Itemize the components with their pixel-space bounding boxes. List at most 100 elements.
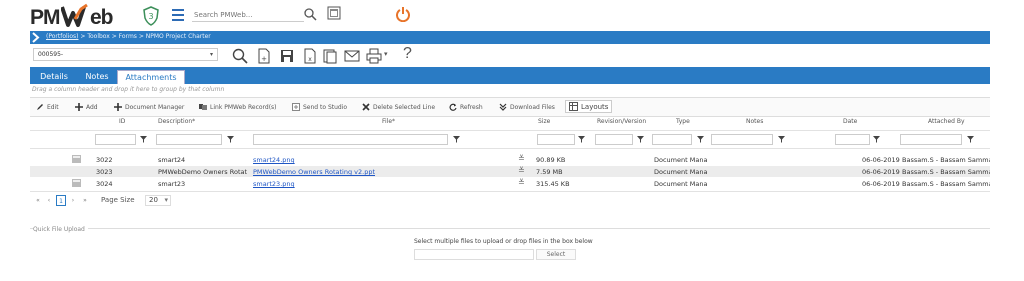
search-record-icon[interactable] xyxy=(232,48,248,64)
cell-date: 06-06-2019 xyxy=(862,156,900,164)
filter-icon[interactable] xyxy=(697,136,704,143)
page-size-select[interactable]: 20 ▾ xyxy=(145,195,171,206)
layouts-button[interactable]: Layouts xyxy=(565,100,613,113)
page-size-label: Page Size xyxy=(101,196,135,204)
current-page[interactable]: 1 xyxy=(56,195,66,206)
filter-input-type[interactable] xyxy=(652,134,692,145)
column-header-size[interactable]: Size xyxy=(538,118,550,125)
cell-attached-by: Bassam.S - Bassam Samman xyxy=(902,156,990,164)
print-dropdown-icon[interactable]: ▾ xyxy=(384,50,388,58)
column-header-attached-by[interactable]: Attached By xyxy=(928,118,965,125)
menu-icon[interactable] xyxy=(172,9,184,21)
filter-icon[interactable] xyxy=(967,136,974,143)
last-page-button[interactable]: » xyxy=(80,195,90,206)
tab-notes[interactable]: Notes xyxy=(78,70,116,84)
filter-input-id[interactable] xyxy=(95,134,136,145)
quick-upload-instructions: Select multiple files to upload or drop … xyxy=(414,238,593,245)
column-header-notes[interactable]: Notes xyxy=(746,118,763,125)
cell-description: smart24 xyxy=(158,156,186,164)
filter-icon[interactable] xyxy=(778,136,785,143)
power-icon[interactable] xyxy=(396,6,410,22)
download-files-button[interactable]: Download Files xyxy=(499,103,555,111)
help-button[interactable]: ? xyxy=(403,45,412,63)
filter-icon[interactable] xyxy=(140,136,147,143)
new-document-icon[interactable]: + xyxy=(256,48,272,64)
group-by-hint: Drag a column header and drop it here to… xyxy=(32,86,225,93)
print-icon[interactable] xyxy=(366,48,382,64)
file-drop-zone[interactable] xyxy=(414,249,534,260)
chevron-right-icon[interactable] xyxy=(32,32,40,43)
calendar-icon[interactable] xyxy=(327,6,341,20)
file-link[interactable]: smart24.png xyxy=(253,156,295,164)
next-page-button[interactable]: › xyxy=(68,195,78,206)
column-header-revision[interactable]: Revision/Version xyxy=(597,118,646,125)
column-header-file[interactable]: File* xyxy=(382,118,395,125)
download-icon[interactable]: ≚ xyxy=(518,166,525,175)
send-to-studio-label: Send to Studio xyxy=(303,103,348,111)
cell-type: Document Mana xyxy=(654,180,708,188)
filter-icon[interactable] xyxy=(227,136,234,143)
record-select[interactable]: 000595- ▾ xyxy=(33,48,218,61)
tab-attachments[interactable]: Attachments xyxy=(117,70,185,84)
filter-input-size[interactable] xyxy=(537,134,575,145)
edit-label: Edit xyxy=(47,103,59,111)
tab-details[interactable]: Details xyxy=(30,70,78,84)
search-icon[interactable] xyxy=(303,7,317,21)
link-records-button[interactable]: Link PMWeb Record(s) xyxy=(199,103,277,111)
edit-button[interactable]: Edit xyxy=(36,103,59,111)
copy-icon[interactable] xyxy=(322,48,338,64)
grid-toolbar: Edit Add Document Manager Link PMWeb Rec… xyxy=(30,97,990,117)
download-icon[interactable]: ≚ xyxy=(518,154,525,163)
save-icon[interactable] xyxy=(279,48,295,64)
file-link[interactable]: PMWebDemo Owners Rotating v2.ppt xyxy=(253,168,375,176)
delete-document-icon[interactable]: x xyxy=(302,48,318,64)
table-row[interactable]: 3024 smart23 smart23.png ≚ 315.45 KB Doc… xyxy=(30,178,990,189)
filter-input-file[interactable] xyxy=(253,134,448,145)
breadcrumb-root-link[interactable]: (Portfolios) xyxy=(46,33,79,40)
column-header-description[interactable]: Description* xyxy=(158,118,195,125)
refresh-icon xyxy=(449,103,457,111)
first-page-button[interactable]: « xyxy=(33,195,43,206)
x-icon xyxy=(362,103,370,111)
layout-grid-icon xyxy=(569,102,578,111)
column-header-date[interactable]: Date xyxy=(843,118,857,125)
shield-icon[interactable]: 3 xyxy=(143,6,159,26)
cell-date: 06-06-2019 xyxy=(862,168,900,176)
column-header-id[interactable]: ID xyxy=(119,118,125,125)
filter-input-date[interactable] xyxy=(835,134,870,145)
svg-text:+: + xyxy=(261,55,267,63)
table-row[interactable]: 3022 smart24 smart24.png ≚ 90.89 KB Docu… xyxy=(30,154,990,165)
select-files-button[interactable]: Select xyxy=(536,249,576,260)
column-header-type[interactable]: Type xyxy=(676,118,690,125)
filter-input-notes[interactable] xyxy=(711,134,773,145)
quick-upload-label: Quick File Upload xyxy=(33,226,88,233)
refresh-label: Refresh xyxy=(460,103,483,111)
filter-input-revision[interactable] xyxy=(595,134,633,145)
table-row[interactable]: 3023 PMWebDemo Owners Rotat PMWebDemo Ow… xyxy=(30,166,990,177)
logo-pm-text: PM xyxy=(30,6,60,29)
document-icon[interactable] xyxy=(72,179,81,187)
pencil-icon xyxy=(37,104,43,110)
logo-web-text: eb xyxy=(90,6,113,29)
refresh-button[interactable]: Refresh xyxy=(449,103,483,111)
file-link[interactable]: smart23.png xyxy=(253,180,295,188)
send-to-studio-button[interactable]: Send to Studio xyxy=(292,103,347,111)
cell-attached-by: Bassam.S - Bassam Samman xyxy=(902,168,990,176)
filter-icon[interactable] xyxy=(453,136,460,143)
filter-icon[interactable] xyxy=(578,136,585,143)
add-button[interactable]: Add xyxy=(75,103,98,111)
filter-icon[interactable] xyxy=(873,136,880,143)
search-input[interactable] xyxy=(192,9,304,22)
filter-input-attached-by[interactable] xyxy=(900,134,962,145)
document-manager-button[interactable]: Document Manager xyxy=(114,103,184,111)
filter-input-description[interactable] xyxy=(156,134,222,145)
download-icon[interactable]: ≚ xyxy=(518,178,525,187)
document-icon[interactable] xyxy=(72,155,81,163)
prev-page-button[interactable]: ‹ xyxy=(44,195,54,206)
filter-icon[interactable] xyxy=(637,136,644,143)
document-manager-label: Document Manager xyxy=(125,103,185,111)
email-icon[interactable] xyxy=(344,48,360,64)
cell-description: PMWebDemo Owners Rotat xyxy=(158,168,248,176)
delete-selected-button[interactable]: Delete Selected Line xyxy=(362,103,435,111)
double-chevron-down-icon xyxy=(499,103,507,111)
